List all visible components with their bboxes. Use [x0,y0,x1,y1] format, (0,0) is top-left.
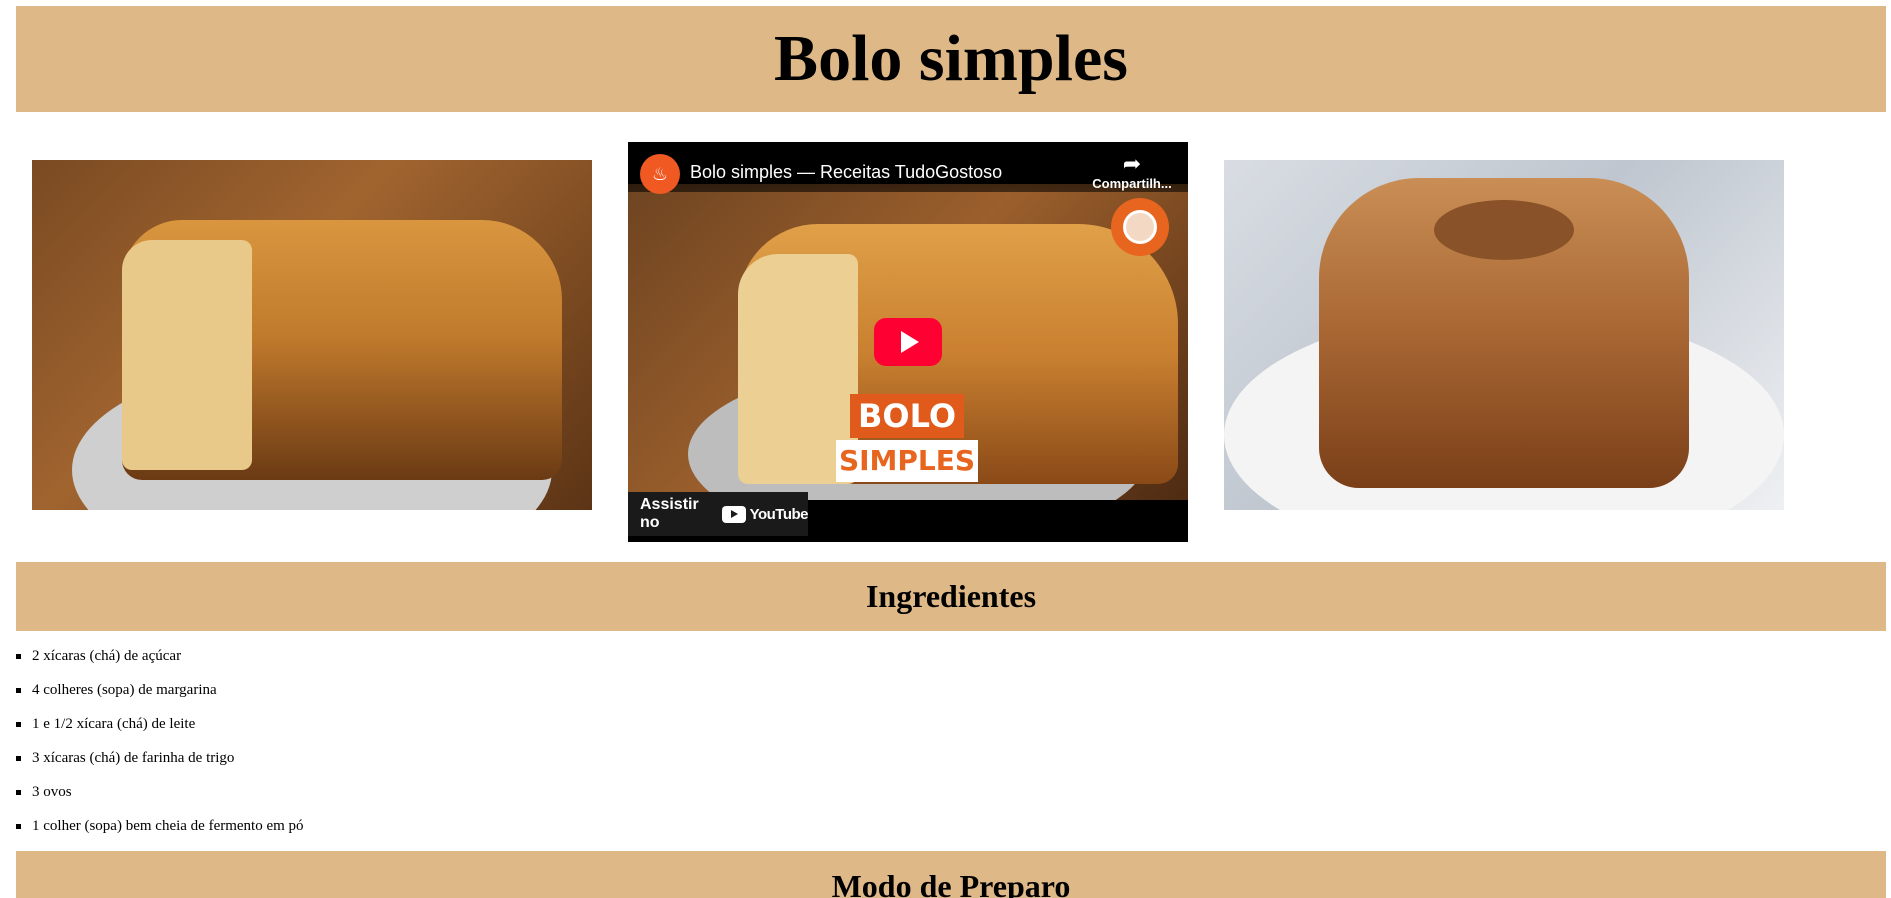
ingredients-heading: Ingredientes [16,562,1886,631]
cake-photo-sliced [32,160,592,510]
watch-label: Assistir no [640,496,699,531]
play-icon [901,331,919,353]
play-button[interactable] [874,318,942,366]
bullet-icon [16,722,21,727]
ingredient-text: 1 e 1/2 xícara (chá) de leite [32,716,196,732]
bullet-icon [16,756,21,761]
chef-badge [1111,198,1169,256]
list-item: 4 colheres (sopa) de margarina [16,680,304,714]
bullet-icon [16,688,21,693]
thumbnail-title-line1: BOLO [850,394,964,438]
cake-crumb-shape [122,240,252,470]
bullet-icon [16,790,21,795]
ingredient-text: 3 xícaras (chá) de farinha de trigo [32,750,235,766]
page-title: Bolo simples [16,6,1886,112]
channel-avatar[interactable]: ♨ [640,154,680,194]
list-item: 2 xícaras (chá) de açúcar [16,646,304,680]
list-item: 1 e 1/2 xícara (chá) de leite [16,714,304,748]
preparation-heading: Modo de Preparo [16,851,1886,898]
share-button[interactable]: ➦ Compartilh... [1084,152,1180,200]
youtube-wordmark: YouTube [749,505,809,523]
list-item: 3 ovos [16,782,304,816]
ingredient-text: 2 xícaras (chá) de açúcar [32,648,182,664]
chef-face-icon [1123,210,1157,244]
thumbnail-title-line2: SIMPLES [836,440,978,482]
cake-photo-glazed [1224,160,1784,510]
chef-hat-icon: ♨ [651,163,669,185]
share-icon: ➦ [1122,151,1142,176]
youtube-video-player[interactable]: ♨ Bolo simples — Receitas TudoGostoso ➦ … [628,142,1188,542]
list-item: 3 xícaras (chá) de farinha de trigo [16,748,304,782]
watch-on-youtube-button[interactable]: Assistir no YouTube [628,492,809,536]
video-title[interactable]: Bolo simples — Receitas TudoGostoso [690,162,1002,183]
bullet-icon [16,654,21,659]
ingredient-text: 1 colher (sopa) bem cheia de fermento em… [32,818,304,834]
list-item: 1 colher (sopa) bem cheia de fermento em… [16,816,304,850]
cake-hole-shape [1434,200,1574,260]
bullet-icon [16,824,21,829]
youtube-play-icon [721,505,746,523]
ingredient-list: 2 xícaras (chá) de açúcar 4 colheres (so… [16,646,304,850]
ingredient-text: 3 ovos [32,784,72,800]
share-label: Compartilh... [1092,176,1172,191]
youtube-logo: YouTube [721,505,809,523]
ingredient-text: 4 colheres (sopa) de margarina [32,682,217,698]
